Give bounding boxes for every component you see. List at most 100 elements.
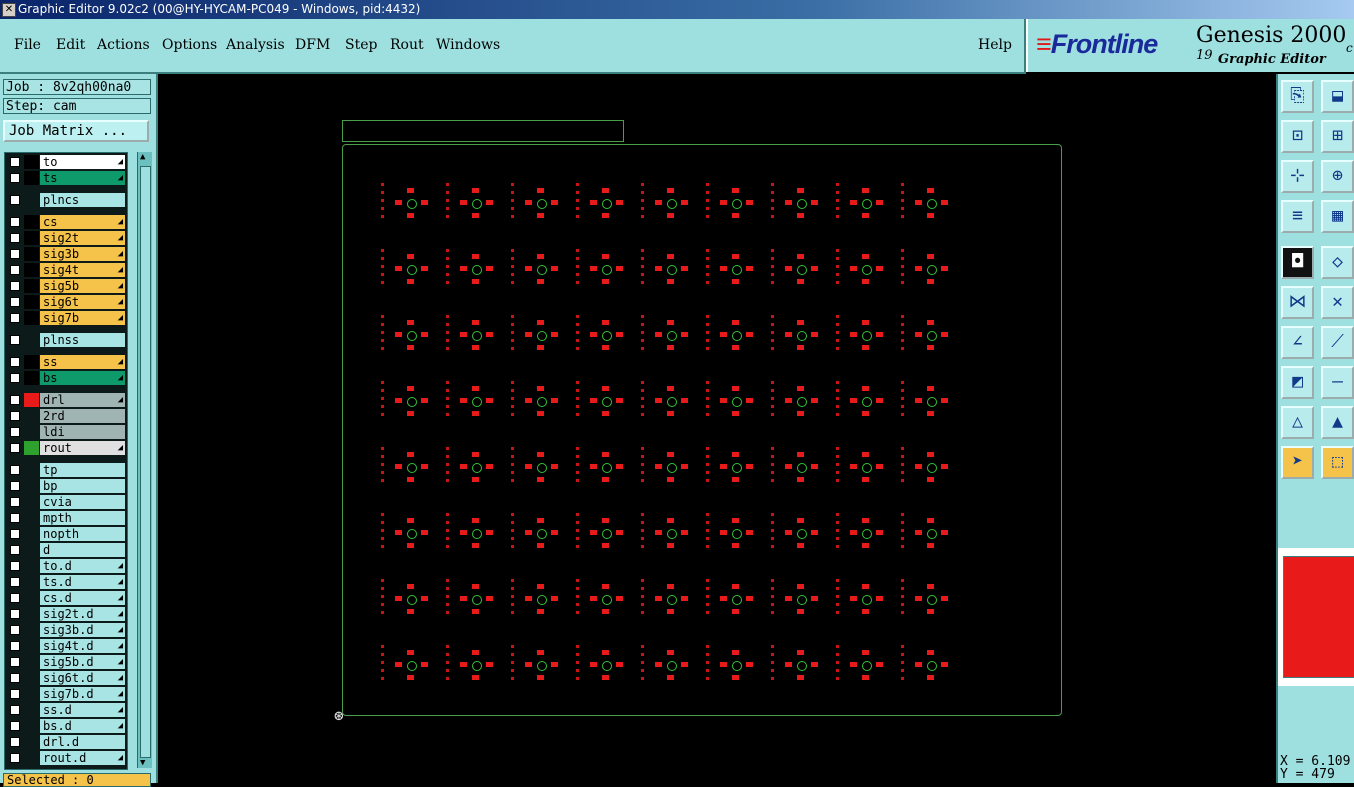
layer-color-chip[interactable] — [24, 671, 39, 685]
layer-color-chip[interactable] — [24, 623, 39, 637]
layer-row[interactable]: drl.d — [7, 735, 125, 749]
layer-name[interactable]: sig6t.d — [40, 671, 125, 685]
layer-row[interactable]: sig3b ◢ — [7, 247, 125, 261]
layer-color-chip[interactable] — [24, 575, 39, 589]
scroll-down-icon[interactable]: ▼ — [140, 758, 145, 768]
layer-checkbox[interactable] — [10, 625, 20, 635]
menu-actions[interactable]: Actions — [97, 37, 150, 53]
layer-color-chip[interactable] — [24, 409, 39, 423]
layer-name[interactable]: bs — [40, 371, 125, 385]
layer-row[interactable]: bs.d ◢ — [7, 719, 125, 733]
pad-button[interactable]: ◩ — [1281, 366, 1314, 399]
layer-name[interactable]: drl — [40, 393, 125, 407]
clipboard-button[interactable]: ⎘ — [1281, 80, 1314, 113]
layer-row[interactable]: to.d ◢ — [7, 559, 125, 573]
layer-checkbox[interactable] — [10, 705, 20, 715]
layer-name[interactable]: sig5b.d — [40, 655, 125, 669]
layer-row[interactable]: bp — [7, 479, 125, 493]
layer-name[interactable]: 2rd — [40, 409, 125, 423]
segment-button[interactable]: — — [1321, 366, 1354, 399]
layer-checkbox[interactable] — [10, 411, 20, 421]
layer-row[interactable]: sig3b.d ◢ — [7, 623, 125, 637]
layer-checkbox[interactable] — [10, 545, 20, 555]
layer-checkbox[interactable] — [10, 689, 20, 699]
layer-name[interactable]: sig5b — [40, 279, 125, 293]
connect-button[interactable]: ⋈ — [1281, 286, 1314, 319]
layer-row[interactable]: sig7b ◢ — [7, 311, 125, 325]
fit-button[interactable]: ⊕ — [1321, 160, 1354, 193]
layer-color-chip[interactable] — [24, 495, 39, 509]
scroll-up-icon[interactable]: ▲ — [140, 152, 145, 162]
layer-color-chip[interactable] — [24, 751, 39, 765]
layer-row[interactable]: to ◢ — [7, 155, 125, 169]
layer-name[interactable]: tp — [40, 463, 125, 477]
layer-checkbox[interactable] — [10, 373, 20, 383]
layer-row[interactable]: 2rd — [7, 409, 125, 423]
overview-preview[interactable] — [1278, 548, 1354, 686]
layer-checkbox[interactable] — [10, 657, 20, 667]
layer-color-chip[interactable] — [24, 719, 39, 733]
layer-checkbox[interactable] — [10, 195, 20, 205]
layer-row[interactable]: sig2t ◢ — [7, 231, 125, 245]
menu-windows[interactable]: Windows — [436, 37, 500, 53]
layer-checkbox[interactable] — [10, 721, 20, 731]
layer-name[interactable]: ss.d — [40, 703, 125, 717]
pan-center-button[interactable]: ⊹ — [1281, 160, 1314, 193]
app-icon[interactable]: ✕ — [2, 3, 16, 17]
save-button[interactable]: ⬓ — [1321, 80, 1354, 113]
ruler-button[interactable]: ≡ — [1281, 200, 1314, 233]
layer-row[interactable]: sig5b ◢ — [7, 279, 125, 293]
layer-row[interactable]: cvia — [7, 495, 125, 509]
layer-name[interactable]: cvia — [40, 495, 125, 509]
layer-checkbox[interactable] — [10, 233, 20, 243]
layer-checkbox[interactable] — [10, 265, 20, 275]
layer-checkbox[interactable] — [10, 427, 20, 437]
layer-name[interactable]: ts.d — [40, 575, 125, 589]
layer-checkbox[interactable] — [10, 157, 20, 167]
graphic-canvas[interactable]: ⊛ — [158, 74, 1276, 783]
layer-checkbox[interactable] — [10, 465, 20, 475]
layer-checkbox[interactable] — [10, 497, 20, 507]
layer-color-chip[interactable] — [24, 479, 39, 493]
layer-checkbox[interactable] — [10, 609, 20, 619]
layer-name[interactable]: ldi — [40, 425, 125, 439]
layer-row[interactable]: d — [7, 543, 125, 557]
layer-checkbox[interactable] — [10, 281, 20, 291]
pointer-button[interactable]: ➤ — [1281, 446, 1314, 479]
layer-name[interactable]: ts — [40, 171, 125, 185]
layer-checkbox[interactable] — [10, 513, 20, 523]
layer-name[interactable]: cs.d — [40, 591, 125, 605]
layer-name[interactable]: ss — [40, 355, 125, 369]
layer-name[interactable]: sig4t.d — [40, 639, 125, 653]
layer-name[interactable]: drl.d — [40, 735, 125, 749]
layer-name[interactable]: to.d — [40, 559, 125, 573]
layer-row[interactable]: tp — [7, 463, 125, 477]
layer-checkbox[interactable] — [10, 357, 20, 367]
layer-checkbox[interactable] — [10, 395, 20, 405]
layer-row[interactable]: sig6t.d ◢ — [7, 671, 125, 685]
layer-row[interactable]: bs ◢ — [7, 371, 125, 385]
layer-checkbox[interactable] — [10, 561, 20, 571]
zoom-home-button[interactable]: ⊡ — [1281, 120, 1314, 153]
layer-checkbox[interactable] — [10, 737, 20, 747]
layer-checkbox[interactable] — [10, 641, 20, 651]
layer-checkbox[interactable] — [10, 577, 20, 587]
layer-checkbox[interactable] — [10, 529, 20, 539]
layer-row[interactable]: sig6t ◢ — [7, 295, 125, 309]
layer-color-chip[interactable] — [24, 355, 39, 369]
cross-button[interactable]: ✕ — [1321, 286, 1354, 319]
layer-row[interactable]: rout.d ◢ — [7, 751, 125, 765]
layer-name[interactable]: sig2t — [40, 231, 125, 245]
layer-checkbox[interactable] — [10, 753, 20, 763]
layer-name[interactable]: sig6t — [40, 295, 125, 309]
layer-row[interactable]: ts ◢ — [7, 171, 125, 185]
layer-name[interactable]: nopth — [40, 527, 125, 541]
layer-name[interactable]: bp — [40, 479, 125, 493]
layer-color-chip[interactable] — [24, 441, 39, 455]
layer-checkbox[interactable] — [10, 481, 20, 491]
layer-checkbox[interactable] — [10, 173, 20, 183]
menu-step[interactable]: Step — [345, 37, 377, 53]
layer-row[interactable]: ss ◢ — [7, 355, 125, 369]
layer-checkbox[interactable] — [10, 593, 20, 603]
layer-row[interactable]: ss.d ◢ — [7, 703, 125, 717]
